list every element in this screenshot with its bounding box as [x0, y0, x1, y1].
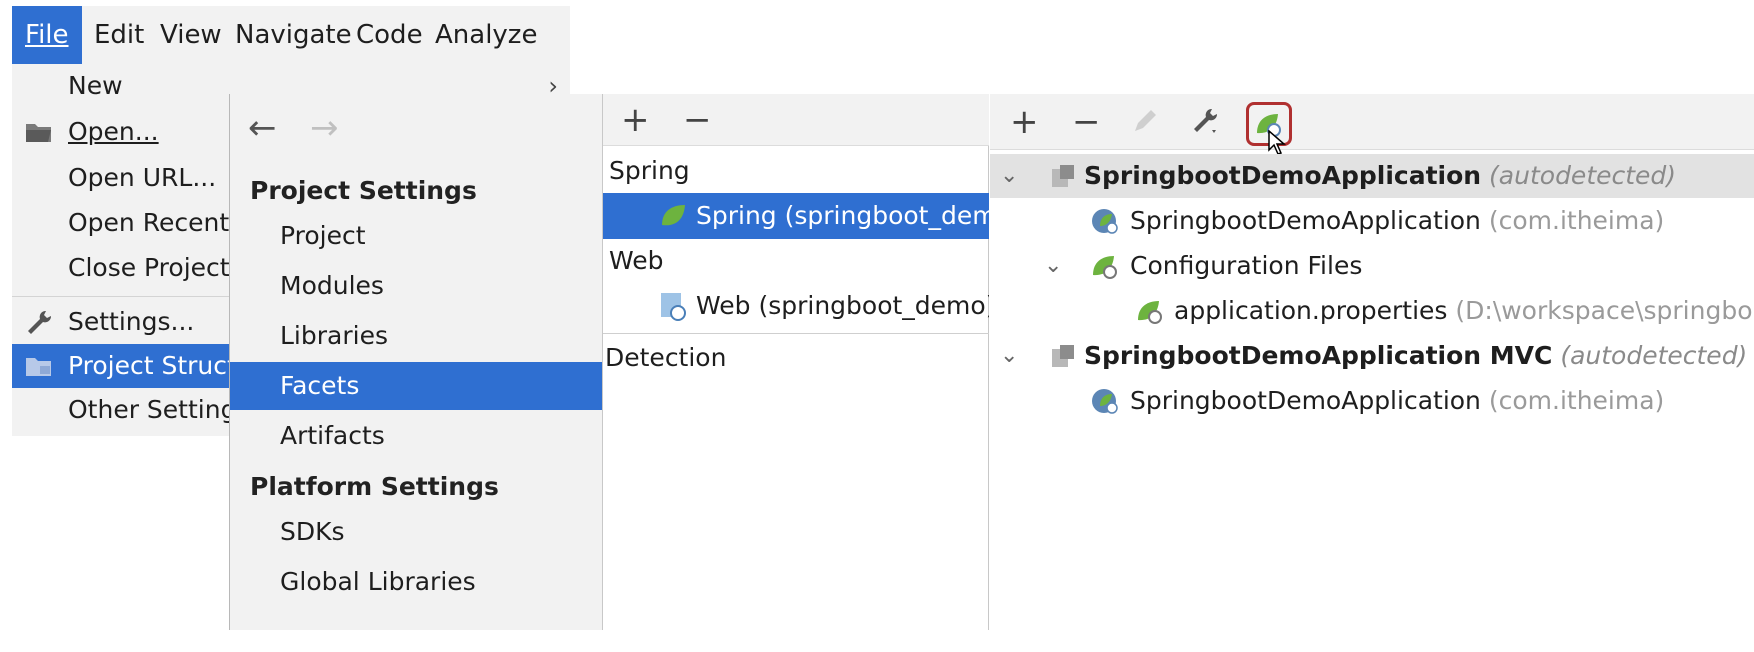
sidebar-item-facets[interactable]: Facets [230, 362, 602, 410]
menu-bar: File Edit View Navigate Code Analyze [12, 6, 570, 64]
tree-node-context[interactable]: ⌄ SpringbootDemoApplication (autodetecte… [990, 154, 1754, 198]
wrench-icon[interactable] [1190, 106, 1220, 136]
chevron-down-icon[interactable]: ⌄ [1000, 334, 1018, 378]
facet-item-web[interactable]: Web (springboot_demo) [603, 283, 989, 329]
tree-node-mvc-boot-class[interactable]: SpringbootDemoApplication (com.itheima) [990, 379, 1754, 423]
menu-analyze[interactable]: Analyze [422, 6, 550, 64]
web-icon [661, 293, 686, 321]
facets-detection[interactable]: Detection [605, 343, 726, 372]
facet-item-spring[interactable]: Spring (springboot_demo) [603, 193, 989, 239]
sidebar-item-modules[interactable]: Modules [230, 262, 602, 310]
module-icon [1052, 345, 1074, 367]
forward-arrow-icon[interactable]: → [310, 108, 339, 148]
wrench-icon [28, 310, 52, 334]
add-context-button[interactable]: + [1010, 94, 1039, 150]
remove-context-button[interactable]: − [1072, 94, 1101, 150]
facets-divider [603, 333, 989, 334]
spring-leaf-icon [662, 205, 685, 226]
sidebar-item-project[interactable]: Project [230, 212, 602, 260]
tree-node-boot-class[interactable]: SpringbootDemoApplication (com.itheima) [990, 199, 1754, 243]
module-icon [1052, 165, 1074, 187]
pencil-icon[interactable] [1130, 106, 1160, 136]
project-settings-heading: Project Settings [250, 176, 477, 205]
remove-facet-button[interactable]: − [683, 94, 712, 146]
sidebar-item-sdks[interactable]: SDKs [230, 508, 602, 556]
spring-boot-class-icon [1092, 209, 1118, 234]
menu-edit[interactable]: Edit [81, 6, 157, 64]
tree-node-mvc-context[interactable]: ⌄ SpringbootDemoApplication MVC (autodet… [990, 334, 1754, 378]
facets-toolbar: + − [603, 94, 989, 146]
platform-settings-heading: Platform Settings [250, 472, 499, 501]
chevron-down-icon[interactable]: ⌄ [1044, 244, 1062, 288]
settings-sidebar: ← → Project Settings Project Modules Lib… [229, 94, 603, 630]
contexts-toolbar: + − [990, 94, 1754, 155]
spring-config-icon [1138, 301, 1162, 324]
chevron-down-icon[interactable]: ⌄ [1000, 154, 1018, 198]
menu-file[interactable]: File [12, 6, 82, 64]
add-facet-button[interactable]: + [621, 94, 650, 146]
spring-config-icon [1093, 256, 1117, 279]
sidebar-item-libraries[interactable]: Libraries [230, 312, 602, 360]
project-structure-icon [26, 358, 51, 376]
tree-node-application-properties[interactable]: application.properties (D:\workspace\spr… [990, 289, 1754, 333]
facet-group-web: Web [609, 246, 664, 275]
mouse-cursor-icon [1268, 130, 1286, 155]
tree-node-config-files[interactable]: ⌄ Configuration Files [990, 244, 1754, 288]
folder-icon [26, 124, 51, 142]
back-arrow-icon[interactable]: ← [248, 108, 277, 148]
sidebar-item-global-libraries[interactable]: Global Libraries [230, 558, 602, 606]
spring-boot-class-icon [1092, 389, 1118, 414]
sidebar-item-artifacts[interactable]: Artifacts [230, 412, 602, 460]
facet-group-spring: Spring [609, 156, 690, 185]
